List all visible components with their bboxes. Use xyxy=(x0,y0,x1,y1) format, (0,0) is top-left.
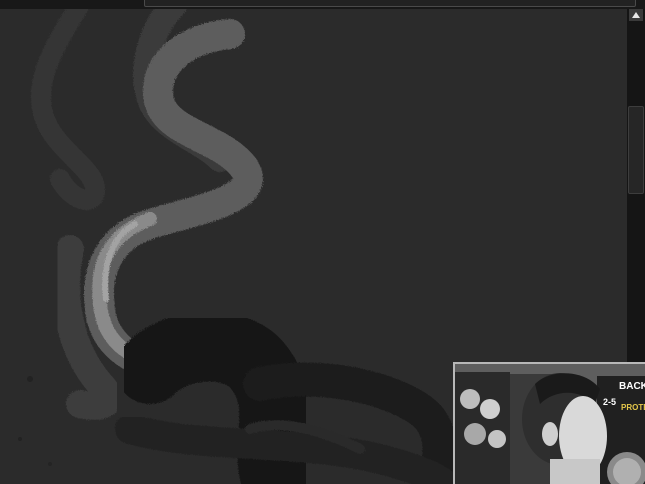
faint-stroke-left xyxy=(31,9,106,210)
poster-text-3: PROTECT xyxy=(621,403,645,412)
speck xyxy=(18,437,22,441)
webcam-overlay: BACK 2-5 PROTECT xyxy=(453,362,645,484)
speck xyxy=(27,376,33,382)
poster-text-1: BACK xyxy=(619,381,645,392)
speck xyxy=(48,462,52,466)
webcam-video-frame xyxy=(455,364,645,484)
scroll-thumb[interactable] xyxy=(628,106,644,194)
poster-text-2: 2-5 xyxy=(603,397,617,407)
scroll-up-arrow-icon[interactable] xyxy=(629,9,643,21)
toolbar-input-field[interactable] xyxy=(144,0,636,7)
top-toolbar xyxy=(0,0,645,9)
